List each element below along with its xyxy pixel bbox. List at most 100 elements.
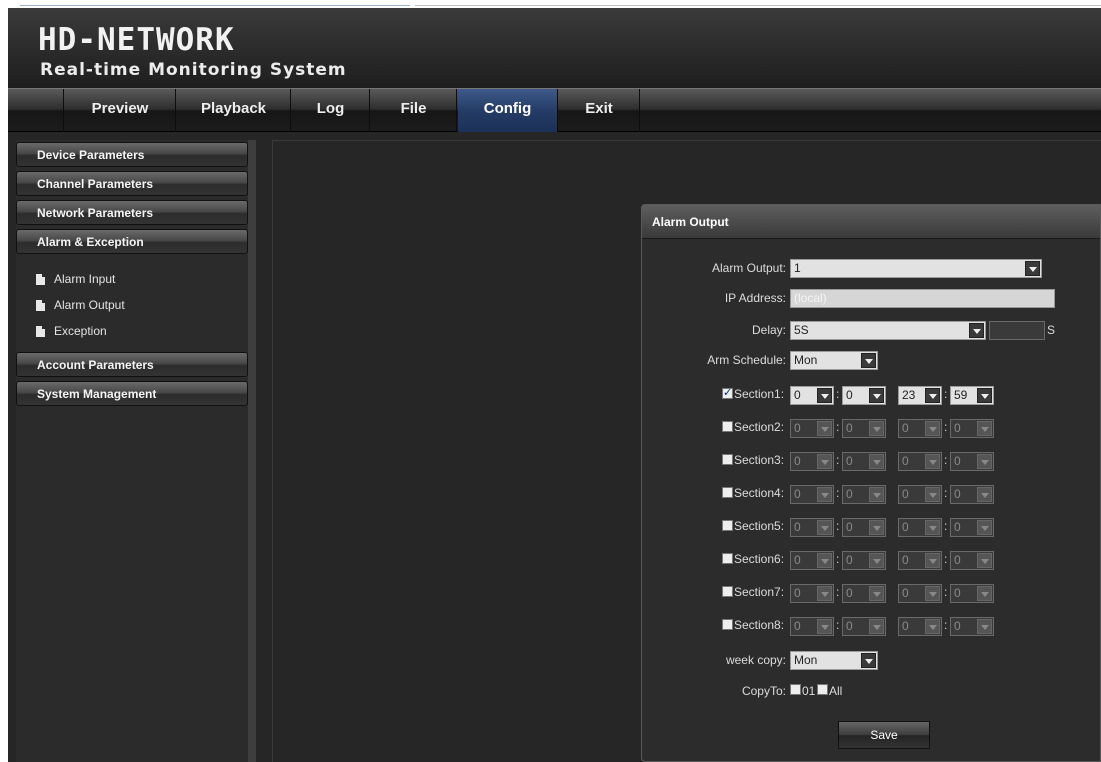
sidebar-network-parameters[interactable]: Network Parameters [16, 200, 248, 225]
section-time-select[interactable]: 0 [898, 617, 942, 636]
chevron-down-icon [869, 421, 884, 436]
section-time-select[interactable]: 0 [842, 617, 886, 636]
chevron-down-icon [817, 454, 832, 469]
arm-schedule-select[interactable]: Mon [790, 351, 878, 370]
section-checkbox[interactable] [722, 619, 733, 630]
chevron-down-icon [925, 421, 940, 436]
chevron-down-icon [977, 586, 992, 601]
section-label: Section7: [734, 585, 785, 599]
section-label: Section4: [734, 486, 785, 500]
tab-exit[interactable]: Exit [559, 89, 640, 132]
section-time-select[interactable]: 0 [950, 518, 994, 537]
time-separator: : [836, 552, 840, 566]
tab-config[interactable]: Config [458, 89, 558, 132]
sidebar-item-exception[interactable]: Exception [16, 318, 248, 344]
section-checkbox[interactable] [722, 421, 733, 432]
tab-file[interactable]: File [371, 89, 457, 132]
section-time-select[interactable]: 0 [790, 452, 834, 471]
chevron-down-icon [869, 586, 884, 601]
sidebar-item-alarm-output[interactable]: Alarm Output [16, 292, 248, 318]
sidebar-account-parameters[interactable]: Account Parameters [16, 352, 248, 377]
section-checkbox[interactable] [722, 487, 733, 498]
section-time-select[interactable]: 0 [950, 485, 994, 504]
time-separator: : [836, 618, 840, 632]
section-time-select[interactable]: 0 [950, 617, 994, 636]
chevron-down-icon [925, 619, 940, 634]
sidebar-item-label: Alarm Output [54, 298, 125, 312]
section-time-select[interactable]: 0 [842, 386, 886, 405]
section-time-select[interactable]: 0 [842, 584, 886, 603]
section-time-select[interactable]: 0 [842, 452, 886, 471]
section-time-select[interactable]: 0 [842, 485, 886, 504]
section-time-select[interactable]: 0 [790, 617, 834, 636]
section-time-select[interactable]: 0 [950, 551, 994, 570]
copyto-01-checkbox[interactable] [790, 684, 801, 695]
section-time-value: 0 [846, 454, 853, 468]
section-label: Section5: [734, 519, 785, 533]
chevron-down-icon [925, 586, 940, 601]
section-time-select[interactable]: 23 [898, 386, 942, 405]
section-checkbox[interactable] [722, 520, 733, 531]
delay-select[interactable]: 5S [790, 321, 986, 340]
section-checkbox[interactable] [722, 454, 733, 465]
tab-preview[interactable]: Preview [65, 89, 176, 132]
sidebar-system-management[interactable]: System Management [16, 381, 248, 406]
section-time-select[interactable]: 0 [790, 386, 834, 405]
chevron-down-icon [969, 323, 984, 338]
section-time-select[interactable]: 0 [898, 518, 942, 537]
section-time-select[interactable]: 0 [790, 419, 834, 438]
delay-custom-input[interactable] [989, 321, 1045, 340]
section-time-select[interactable]: 0 [842, 551, 886, 570]
section-time-select[interactable]: 0 [950, 452, 994, 471]
section-label: Section8: [734, 618, 785, 632]
chevron-down-icon [925, 520, 940, 535]
section-time-select[interactable]: 0 [898, 551, 942, 570]
section-time-select[interactable]: 0 [790, 551, 834, 570]
save-button[interactable]: Save [838, 721, 930, 749]
section-checkbox[interactable] [722, 553, 733, 564]
section-time-select[interactable]: 0 [898, 419, 942, 438]
section-time-value: 0 [794, 520, 801, 534]
section-time-select[interactable]: 0 [950, 584, 994, 603]
section-time-select[interactable]: 0 [898, 584, 942, 603]
app-header: HD-NETWORK Real-time Monitoring System [8, 8, 1101, 88]
sidebar-channel-parameters[interactable]: Channel Parameters [16, 171, 248, 196]
section-time-value: 0 [794, 487, 801, 501]
week-copy-select[interactable]: Mon [790, 651, 878, 670]
section-time-select[interactable]: 0 [842, 518, 886, 537]
time-separator: : [944, 519, 948, 533]
section-checkbox[interactable] [722, 386, 733, 399]
time-separator: : [836, 420, 840, 434]
delay-label: Delay: [751, 323, 786, 337]
time-separator: : [836, 585, 840, 599]
section-time-value: 0 [954, 454, 961, 468]
tab-playback[interactable]: Playback [177, 89, 291, 132]
time-separator: : [944, 387, 948, 401]
chevron-down-icon [869, 553, 884, 568]
section-time-select[interactable]: 0 [898, 485, 942, 504]
chevron-down-icon [869, 454, 884, 469]
section-time-select[interactable]: 0 [898, 452, 942, 471]
ip-address-field[interactable]: (local) [790, 289, 1055, 308]
sidebar-item-label: Alarm Input [54, 272, 116, 286]
section-checkbox[interactable] [722, 586, 733, 597]
time-separator: : [944, 486, 948, 500]
section-time-select[interactable]: 0 [950, 419, 994, 438]
section-time-select[interactable]: 0 [790, 518, 834, 537]
section-time-select[interactable]: 0 [842, 419, 886, 438]
section-time-select[interactable]: 59 [950, 386, 994, 405]
delay-unit: S [1047, 323, 1056, 337]
sidebar-item-alarm-input[interactable]: Alarm Input [16, 266, 248, 292]
section-label: Section2: [734, 420, 785, 434]
app-frame: HD-NETWORK Real-time Monitoring System P… [8, 8, 1101, 762]
chevron-down-icon [817, 388, 832, 403]
section-time-select[interactable]: 0 [790, 584, 834, 603]
chevron-down-icon [977, 487, 992, 502]
sidebar-alarm-exception[interactable]: Alarm & Exception [16, 229, 248, 254]
section-time-value: 0 [954, 520, 961, 534]
copyto-all-checkbox[interactable] [817, 684, 828, 695]
alarm-output-select[interactable]: 1 [790, 259, 1042, 278]
tab-log[interactable]: Log [292, 89, 370, 132]
sidebar-device-parameters[interactable]: Device Parameters [16, 142, 248, 167]
section-time-select[interactable]: 0 [790, 485, 834, 504]
